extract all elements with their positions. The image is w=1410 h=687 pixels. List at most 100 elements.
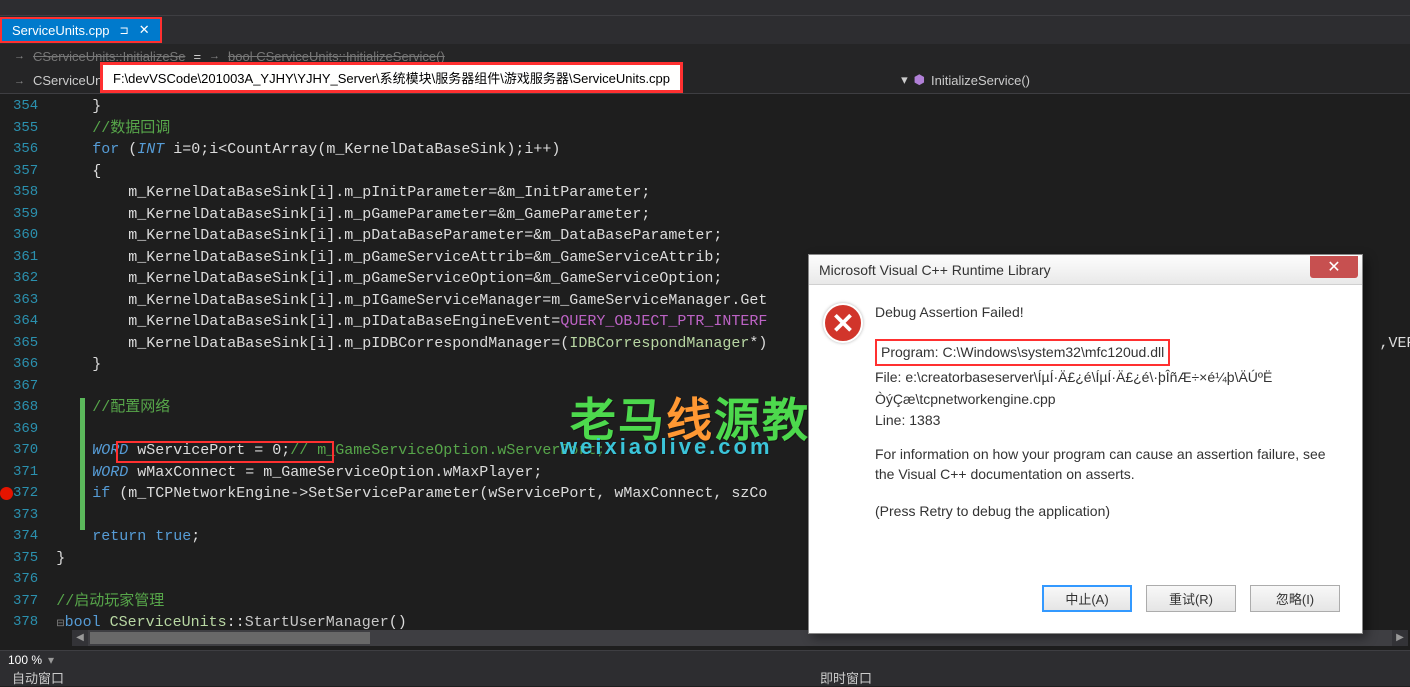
error-heading: Debug Assertion Failed! (875, 303, 1342, 323)
dialog-title: Microsoft Visual C++ Runtime Library (819, 262, 1051, 278)
nav-arrow-icon: → (209, 50, 220, 62)
error-file: File: e:\creatorbaseserver\ÍµÍ·Ä£¿é\ÍµÍ·… (875, 368, 1342, 388)
gutter-row[interactable] (0, 354, 13, 376)
method-icon: ⬢ (914, 72, 925, 88)
breakpoint-icon[interactable] (0, 487, 13, 500)
line-number: 362 (13, 268, 46, 290)
gutter-row[interactable] (0, 290, 13, 312)
gutter-row[interactable] (0, 419, 13, 441)
error-icon: ✕ (823, 303, 863, 343)
pin-icon[interactable]: ⊐ (120, 24, 129, 37)
dialog-titlebar[interactable]: Microsoft Visual C++ Runtime Library ✕ (809, 255, 1362, 285)
gutter-row[interactable] (0, 247, 13, 269)
tab-label: ServiceUnits.cpp (12, 23, 110, 38)
line-number: 378 (13, 612, 46, 634)
gutter-row[interactable] (0, 462, 13, 484)
gutter-row[interactable] (0, 96, 13, 118)
gutter-row[interactable] (0, 440, 13, 462)
file-tab-serviceunits[interactable]: ServiceUnits.cpp ⊐ ✕ (0, 17, 162, 43)
change-indicator (80, 398, 85, 530)
close-icon[interactable]: ✕ (139, 22, 150, 38)
line-number: 355 (13, 118, 46, 140)
line-number: 377 (13, 591, 46, 613)
code-line[interactable]: //数据回调 (46, 118, 1410, 140)
file-path-tooltip: F:\devVSCode\201003A_YJHY\YJHY_Server\系统… (100, 62, 683, 93)
line-number: 370 (13, 440, 46, 462)
line-number: 375 (13, 548, 46, 570)
dialog-button-row: 中止(A) 重试(R) 忽略(I) (809, 585, 1362, 626)
nav-scope-2[interactable]: CServiceUn (33, 73, 102, 88)
error-file-2: ÒýÇæ\tcpnetworkengine.cpp (875, 390, 1342, 410)
gutter-row[interactable] (0, 505, 13, 527)
line-number: 364 (13, 311, 46, 333)
line-number: 368 (13, 397, 46, 419)
scroll-thumb[interactable] (90, 632, 370, 644)
gutter-row[interactable] (0, 311, 13, 333)
gutter-row[interactable] (0, 569, 13, 591)
navigation-bar: → CServiceUnits::InitializeSe = → bool C… (0, 44, 1410, 94)
line-number: 361 (13, 247, 46, 269)
abort-button[interactable]: 中止(A) (1042, 585, 1132, 612)
line-number: 359 (13, 204, 46, 226)
line-number: 356 (13, 139, 46, 161)
scroll-left-icon[interactable]: ◀ (72, 630, 88, 646)
tab-immediate[interactable]: 即时窗口 (820, 668, 872, 687)
bottom-panel-tabs: 自动窗口 即时窗口 (0, 668, 1410, 686)
gutter-row[interactable] (0, 548, 13, 570)
gutter-row[interactable] (0, 397, 13, 419)
gutter-row[interactable] (0, 118, 13, 140)
nav-arrow-icon: → (14, 50, 25, 62)
line-number: 354 (13, 96, 46, 118)
tab-autos[interactable]: 自动窗口 (12, 668, 64, 686)
line-number: 369 (13, 419, 46, 441)
nav-arrow-icon: → (14, 75, 25, 87)
line-number: 367 (13, 376, 46, 398)
gutter-row[interactable] (0, 612, 13, 634)
line-number: 357 (13, 161, 46, 183)
line-number: 366 (13, 354, 46, 376)
dialog-close-button[interactable]: ✕ (1310, 256, 1358, 278)
ignore-button[interactable]: 忽略(I) (1250, 585, 1340, 612)
collapse-icon[interactable]: ⊟ (56, 619, 64, 630)
line-number: 365 (13, 333, 46, 355)
code-line[interactable]: } (46, 96, 1410, 118)
runtime-error-dialog: Microsoft Visual C++ Runtime Library ✕ ✕… (808, 254, 1363, 634)
line-number: 374 (13, 526, 46, 548)
gutter-row[interactable] (0, 483, 13, 505)
retry-button[interactable]: 重试(R) (1146, 585, 1236, 612)
gutter-row[interactable] (0, 268, 13, 290)
dialog-content: Debug Assertion Failed! Program: C:\Wind… (875, 303, 1342, 571)
tab-row: ServiceUnits.cpp ⊐ ✕ (0, 16, 1410, 44)
line-number: 371 (13, 462, 46, 484)
line-number: 360 (13, 225, 46, 247)
gutter-row[interactable] (0, 139, 13, 161)
line-number: 358 (13, 182, 46, 204)
code-line[interactable]: m_KernelDataBaseSink[i].m_pGameParameter… (46, 204, 1410, 226)
line-number-margin: 3543553563573583593603613623633643653663… (13, 94, 46, 650)
code-line[interactable]: for (INT i=0;i<CountArray(m_KernelDataBa… (46, 139, 1410, 161)
zoom-level[interactable]: 100 % (8, 653, 42, 667)
gutter-row[interactable] (0, 161, 13, 183)
gutter-row[interactable] (0, 182, 13, 204)
scroll-right-icon[interactable]: ▶ (1392, 630, 1408, 646)
line-number: 376 (13, 569, 46, 591)
error-info: For information on how your program can … (875, 445, 1342, 484)
breakpoint-gutter[interactable] (0, 94, 13, 650)
line-number: 373 (13, 505, 46, 527)
line-number: 363 (13, 290, 46, 312)
error-program: Program: C:\Windows\system32\mfc120ud.dl… (875, 339, 1170, 367)
nav-method-dropdown[interactable]: ▾ ⬢ InitializeService() (901, 72, 1030, 88)
gutter-row[interactable] (0, 591, 13, 613)
code-line[interactable]: { (46, 161, 1410, 183)
gutter-row[interactable] (0, 526, 13, 548)
line-number: 372 (13, 483, 46, 505)
gutter-row[interactable] (0, 204, 13, 226)
gutter-row[interactable] (0, 376, 13, 398)
code-line[interactable]: m_KernelDataBaseSink[i].m_pInitParameter… (46, 182, 1410, 204)
status-bar: 100 % ▾ (0, 650, 1410, 668)
top-toolbar (0, 0, 1410, 16)
gutter-row[interactable] (0, 225, 13, 247)
gutter-row[interactable] (0, 333, 13, 355)
error-press-retry: (Press Retry to debug the application) (875, 502, 1342, 522)
code-line[interactable]: m_KernelDataBaseSink[i].m_pDataBaseParam… (46, 225, 1410, 247)
